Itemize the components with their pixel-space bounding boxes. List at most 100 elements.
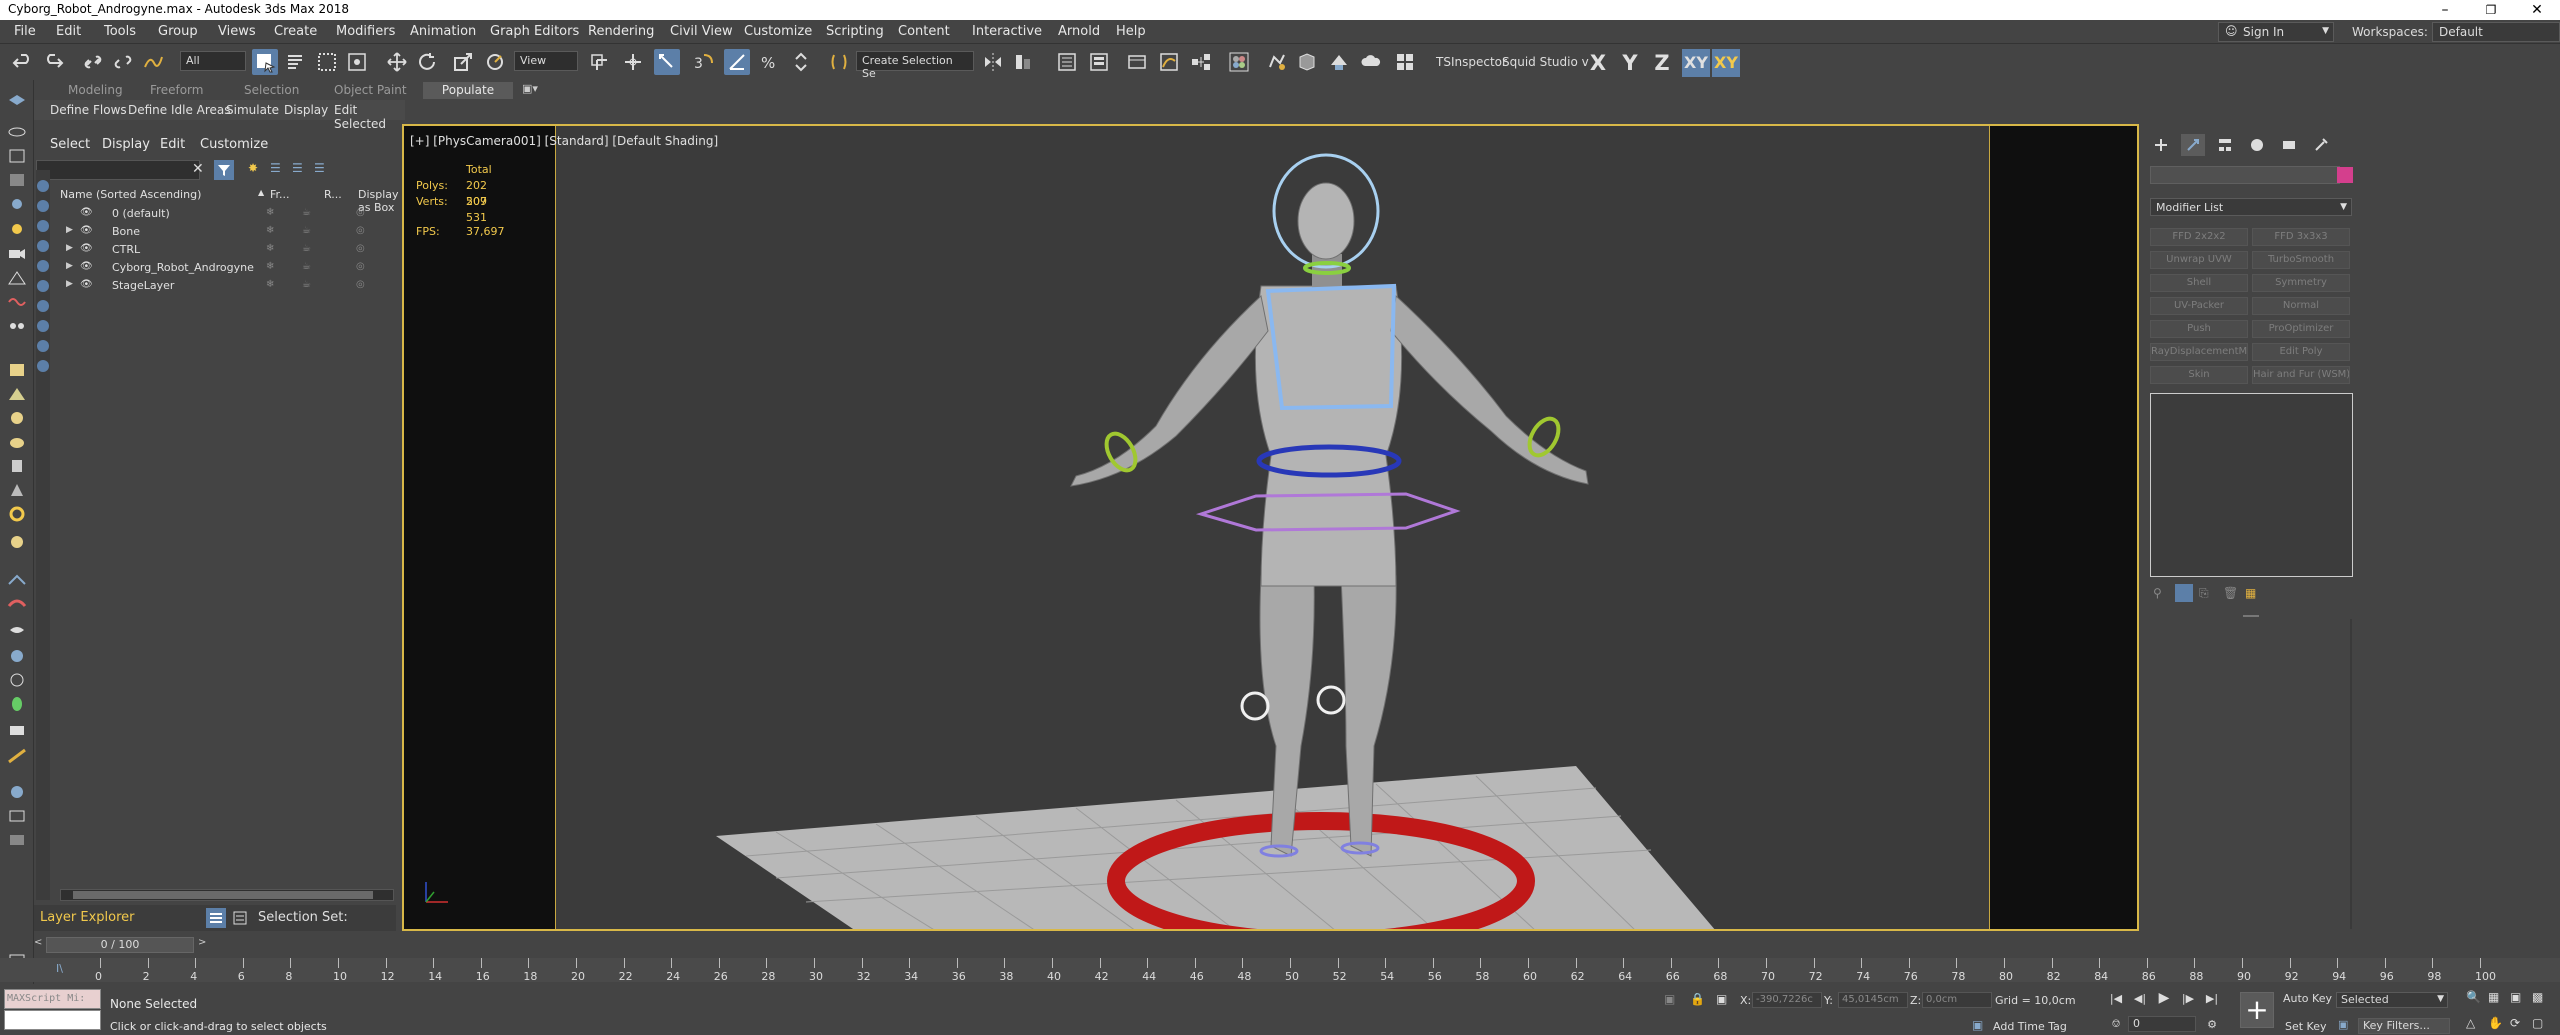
cone-primitive-icon[interactable] <box>6 384 28 404</box>
filter-geometry-icon[interactable] <box>37 180 49 192</box>
create-layer-icon[interactable]: ✸ <box>248 161 258 175</box>
menu-customize[interactable]: Customize <box>744 24 812 39</box>
menu-views[interactable]: Views <box>218 24 256 39</box>
unlink-icon[interactable] <box>110 49 136 75</box>
ribbon-toggle-icon[interactable] <box>1124 49 1150 75</box>
hierarchy-tab-icon[interactable] <box>2213 134 2237 156</box>
move-icon[interactable] <box>384 49 410 75</box>
column-name[interactable]: Name (Sorted Ascending) <box>60 188 201 201</box>
menu-scripting[interactable]: Scripting <box>826 24 884 39</box>
camera-icon[interactable] <box>6 244 28 264</box>
maxscript-listener-input[interactable]: MAXScript Mi: <box>4 989 101 1009</box>
pin-stack-icon[interactable]: ⚲ <box>2153 586 2162 600</box>
pivot-center-icon[interactable] <box>586 49 612 75</box>
doors-icon[interactable] <box>6 670 28 690</box>
particle-icon[interactable] <box>6 570 28 590</box>
modifier-unwrap-uvw-button[interactable]: Unwrap UVW <box>2150 251 2248 269</box>
window-crossing-icon[interactable] <box>344 49 370 75</box>
snaps-toggle-icon[interactable]: 3 <box>690 49 716 75</box>
absolute-mode-icon[interactable]: ▣ <box>1716 992 1727 1006</box>
zoom-icon[interactable]: 🔍 <box>2466 990 2481 1004</box>
visibility-eye-icon[interactable]: 👁 <box>80 279 93 290</box>
pyramid-icon[interactable] <box>6 532 28 552</box>
modifier-raydisplacement-button[interactable]: RayDisplacementMo <box>2150 343 2248 361</box>
render-teapot-icon[interactable]: ☕ <box>302 225 311 236</box>
explorer-menu-select[interactable]: Select <box>50 137 90 152</box>
open-mini-curve-editor-icon[interactable]: I\ <box>56 962 63 975</box>
display-panel-icon[interactable] <box>6 170 28 190</box>
clear-search-icon[interactable]: ✕ <box>192 161 204 177</box>
select-by-name-icon[interactable] <box>282 49 308 75</box>
time-tag-icon[interactable]: ▣ <box>1972 1018 1983 1032</box>
layer-explorer-label[interactable]: Layer Explorer <box>40 910 135 925</box>
modifier-shell-button[interactable]: Shell <box>2150 274 2248 292</box>
close-button[interactable]: ✕ <box>2514 0 2560 20</box>
modifier-edit-poly-button[interactable]: Edit Poly <box>2252 343 2350 361</box>
set-keys-icon[interactable]: + <box>2240 992 2274 1028</box>
expand-arrow-icon[interactable]: ▶ <box>66 279 73 289</box>
freeze-icon[interactable]: ❄ <box>266 207 274 218</box>
subtab-define-flows[interactable]: Define Flows <box>50 103 127 117</box>
terrain-icon[interactable] <box>6 782 28 802</box>
menu-modifiers[interactable]: Modifiers <box>336 24 395 39</box>
menu-content[interactable]: Content <box>898 24 950 39</box>
workspace-select[interactable]: Default <box>2432 22 2560 42</box>
minimize-button[interactable]: – <box>2422 0 2468 20</box>
shapes-icon[interactable] <box>6 620 28 640</box>
configure-modifier-sets-icon[interactable]: ▦ <box>2245 586 2256 600</box>
ribbon-tab-populate[interactable]: Populate <box>423 82 513 99</box>
play-icon[interactable]: ▶ <box>2156 990 2172 1006</box>
axis-y-button[interactable]: Y <box>1616 49 1644 77</box>
menu-animation[interactable]: Animation <box>410 24 476 39</box>
curve-editor-icon[interactable] <box>1156 49 1182 75</box>
redo-icon[interactable] <box>40 49 66 75</box>
freeze-icon[interactable]: ❄ <box>266 243 274 254</box>
undo-icon[interactable] <box>10 49 36 75</box>
percent-snap-icon[interactable]: % <box>756 49 782 75</box>
column-frozen[interactable]: Fr... <box>270 188 290 201</box>
key-filters-icon[interactable]: ▣ <box>2338 1018 2348 1031</box>
modifier-push-button[interactable]: Push <box>2150 320 2248 338</box>
ribbon-tab-selection[interactable]: Selection <box>244 83 299 97</box>
modify-tab-icon[interactable] <box>2181 134 2205 156</box>
freeze-icon[interactable]: ❄ <box>266 225 274 236</box>
scatter-icon[interactable] <box>6 806 28 826</box>
box-display-icon[interactable]: ◎ <box>356 225 365 236</box>
subtab-display[interactable]: Display <box>284 103 328 117</box>
modifier-list-dropdown[interactable]: Modifier List ▼ <box>2150 198 2352 216</box>
layer-row[interactable]: ▶ 👁 CTRL ❄ ☕ ◎ <box>36 241 394 259</box>
object-name-field[interactable] <box>2150 166 2340 184</box>
set-key-button[interactable]: Set Key <box>2285 1020 2327 1033</box>
explorer-horizontal-scrollbar[interactable] <box>60 889 394 901</box>
render-teapot-icon[interactable]: ☕ <box>302 243 311 254</box>
filter-icon[interactable] <box>214 160 234 180</box>
geosphere-icon[interactable] <box>6 432 28 452</box>
y-coord-field[interactable]: 45,0145cm <box>1838 992 1908 1008</box>
scrollbar-thumb[interactable] <box>73 891 373 899</box>
named-selection-dropdown[interactable]: Create Selection Se <box>856 51 974 80</box>
layer-row[interactable]: ▶ 👁 Cyborg_Robot_Androgyne ❄ ☕ ◎ <box>36 259 394 277</box>
zoom-extents-all-icon[interactable]: ▩ <box>2532 990 2543 1004</box>
explorer-menu-edit[interactable]: Edit <box>160 137 185 152</box>
a360-gallery-icon[interactable] <box>1392 49 1418 75</box>
explorer-search-input[interactable] <box>36 160 200 180</box>
menu-help[interactable]: Help <box>1116 24 1146 39</box>
track-bar[interactable]: I\ 0 2 4 6 8 10 12 14 16 18 20 22 24 26 28 30 32 34 36 38 40… <box>0 958 2560 983</box>
angle-snap-icon[interactable] <box>724 49 750 75</box>
next-frame-icon[interactable]: > <box>198 937 206 948</box>
keyboard-shortcut-override-icon[interactable] <box>654 49 680 75</box>
select-object-icon[interactable] <box>252 49 278 75</box>
axis-x-button[interactable]: X <box>1584 49 1612 77</box>
light-icon[interactable] <box>6 220 28 240</box>
menu-edit[interactable]: Edit <box>56 24 81 39</box>
key-set-selection-dropdown[interactable]: Selected ▼ <box>2336 992 2448 1008</box>
place-icon[interactable] <box>482 49 508 75</box>
modifier-ffd-3x3x3-button[interactable]: FFD 3x3x3 <box>2252 228 2350 246</box>
time-slider-thumb[interactable]: 0 / 100 <box>46 937 194 953</box>
render-setup-icon[interactable] <box>1264 49 1290 75</box>
spacewarp-icon[interactable] <box>6 292 28 312</box>
menu-graph-editors[interactable]: Graph Editors <box>490 24 579 39</box>
filter-bones-icon[interactable] <box>37 340 49 352</box>
next-frame-button-icon[interactable]: |▶ <box>2180 990 2196 1006</box>
current-frame-field[interactable]: 0 <box>2128 1016 2196 1032</box>
